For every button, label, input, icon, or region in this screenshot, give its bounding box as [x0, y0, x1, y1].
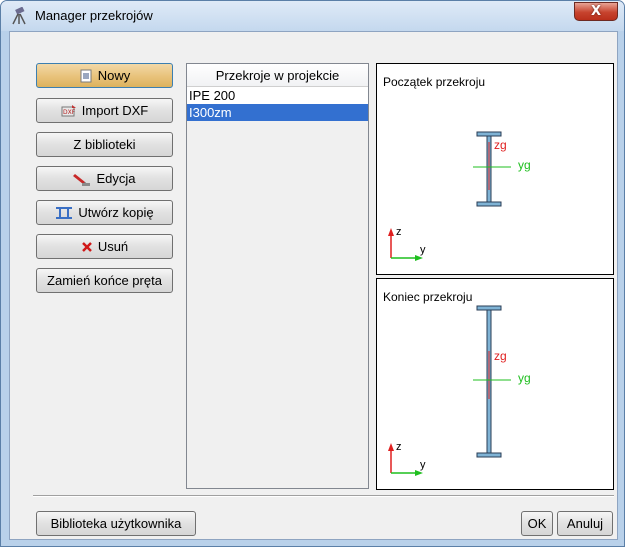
cancel-button[interactable]: Anuluj: [557, 511, 613, 536]
red-x-icon: [81, 241, 92, 252]
nowy-button[interactable]: Nowy: [36, 63, 173, 88]
close-button[interactable]: X: [574, 2, 618, 21]
list-item-label: I300zm: [189, 105, 232, 120]
y-axis-label: y: [420, 244, 426, 256]
section-list[interactable]: Przekroje w projekcie IPE 200 I300zm: [186, 63, 369, 489]
copy-section-icon: [56, 206, 73, 219]
zamien-konce-preta-label: Zamień końce pręta: [47, 273, 162, 288]
dxf-import-icon: DXF: [61, 104, 76, 116]
z-axis-label: z: [396, 441, 402, 453]
zg-axis-label: zg: [494, 349, 507, 363]
user-library-button[interactable]: Biblioteka użytkownika: [36, 511, 196, 536]
tripod-icon: [12, 7, 26, 25]
window-title: Manager przekrojów: [35, 8, 153, 23]
import-dxf-button[interactable]: DXF Import DXF: [36, 98, 173, 123]
svg-text:DXF: DXF: [63, 109, 76, 116]
list-item[interactable]: IPE 200: [187, 87, 368, 104]
yg-axis-label: yg: [518, 158, 531, 172]
new-document-icon: [80, 69, 92, 82]
edycja-label: Edycja: [96, 171, 136, 186]
ok-button[interactable]: OK: [521, 511, 553, 536]
i-section-start-drawing: [388, 131, 511, 261]
dialog-client-area: Nowy DXF Import DXF Z biblioteki Edycja: [9, 31, 618, 540]
z-axis-label: z: [396, 226, 402, 238]
footer-separator: [33, 495, 614, 497]
z-biblioteki-label: Z biblioteki: [73, 137, 136, 152]
i-section-end-drawing: [388, 305, 511, 476]
usun-label: Usuń: [97, 239, 129, 254]
pencil-edit-icon: [73, 173, 91, 186]
usun-button[interactable]: Usuń: [36, 234, 173, 259]
close-icon: X: [590, 4, 602, 19]
z-biblioteki-button[interactable]: Z biblioteki: [36, 132, 173, 157]
ok-label: OK: [527, 516, 547, 531]
list-item-selected[interactable]: I300zm: [187, 104, 368, 121]
y-axis-label: y: [420, 459, 426, 471]
list-item-label: IPE 200: [189, 88, 236, 103]
dialog-window: Manager przekrojów X Nowy DXF Import DXF…: [0, 0, 625, 547]
zg-axis-label: zg: [494, 138, 507, 152]
zamien-konce-preta-button[interactable]: Zamień końce pręta: [36, 268, 173, 293]
section-list-rows: IPE 200 I300zm: [187, 87, 368, 121]
cancel-label: Anuluj: [566, 516, 604, 531]
user-library-label: Biblioteka użytkownika: [50, 516, 182, 531]
preview-end-panel: Koniec przekroju zg yg z y: [376, 278, 614, 490]
title-bar[interactable]: Manager przekrojów X: [1, 1, 624, 31]
section-list-header-label: Przekroje w projekcie: [215, 67, 340, 83]
nowy-label: Nowy: [97, 68, 131, 83]
import-dxf-label: Import DXF: [81, 103, 149, 118]
edycja-button[interactable]: Edycja: [36, 166, 173, 191]
section-list-header[interactable]: Przekroje w projekcie: [187, 64, 368, 87]
yg-axis-label: yg: [518, 371, 531, 385]
utworz-kopie-button[interactable]: Utwórz kopię: [36, 200, 173, 225]
preview-start-panel: Początek przekroju zg yg z y: [376, 63, 614, 275]
utworz-kopie-label: Utwórz kopię: [78, 205, 154, 220]
